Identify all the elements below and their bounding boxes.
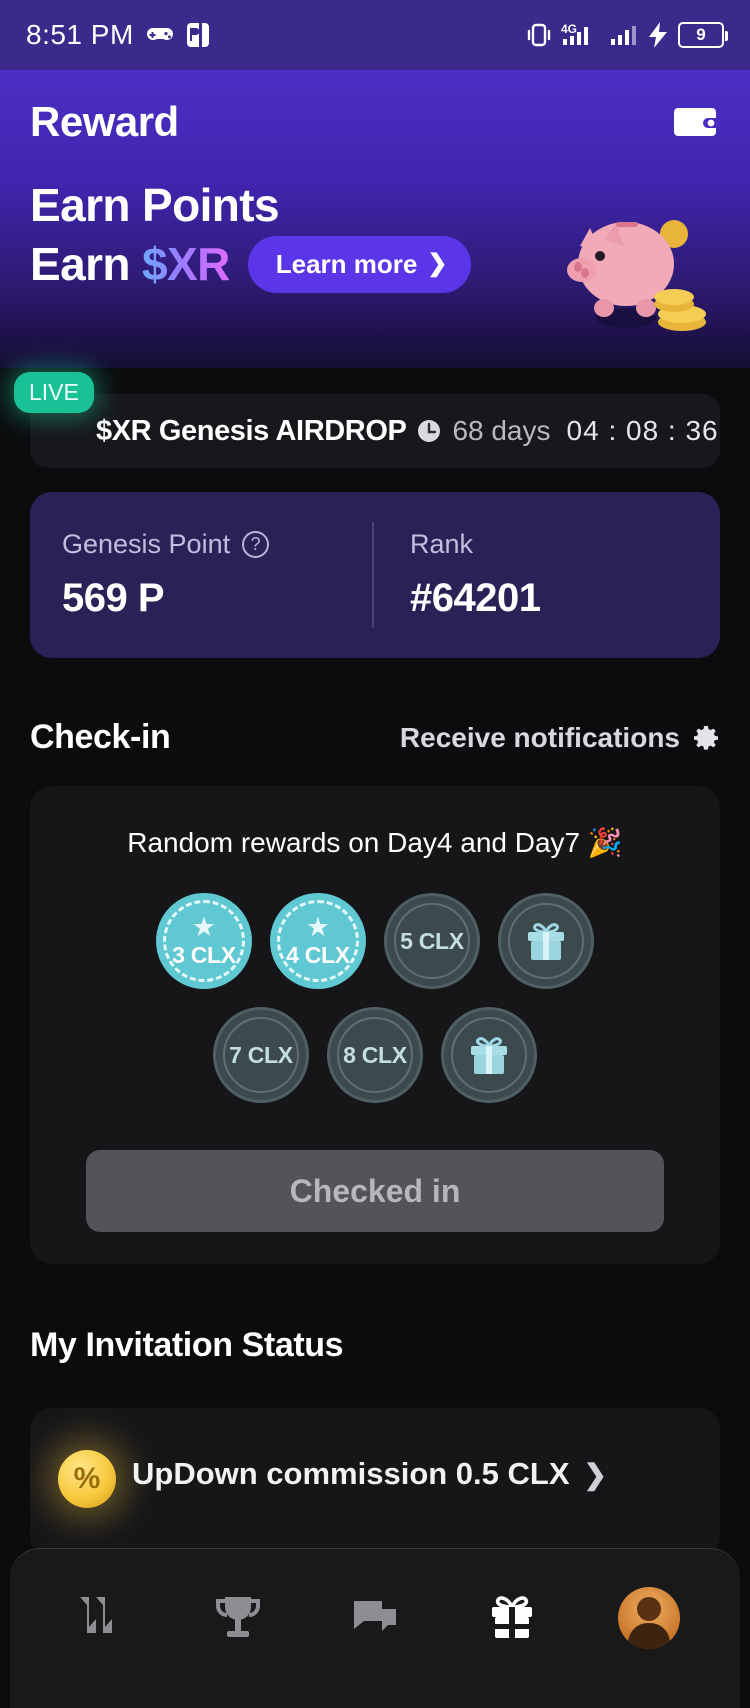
checkin-day-row: 7 CLX 8 CLX xyxy=(213,1007,537,1103)
reward-hero: Reward Earn Points Earn $XR Learn more ❯ xyxy=(0,70,750,368)
checked-in-button[interactable]: Checked in xyxy=(86,1150,664,1232)
checkin-day-label: 4 CLX xyxy=(286,941,350,968)
hero-top-bar: Reward xyxy=(0,70,750,146)
airdrop-banner[interactable]: $XR Genesis AIRDROP 68 days 04 : 08 : 36… xyxy=(0,372,750,468)
learn-more-button[interactable]: Learn more ❯ xyxy=(247,235,472,293)
avatar xyxy=(618,1586,681,1649)
gear-icon[interactable] xyxy=(692,724,720,752)
chevron-right-icon: ❯ xyxy=(583,1458,607,1490)
signal-icon xyxy=(610,21,638,49)
nav-item-trade[interactable] xyxy=(53,1570,149,1666)
star-icon: ★ xyxy=(305,911,331,942)
nav-item-profile[interactable] xyxy=(601,1570,697,1666)
invitation-status-card[interactable]: % UpDown commission 0.5 CLX ❯ xyxy=(30,1408,720,1558)
checkin-day-5[interactable]: 7 CLX xyxy=(213,1007,309,1103)
checkin-day-3[interactable]: 5 CLX xyxy=(384,893,480,989)
rank-label: Rank xyxy=(410,529,474,559)
rank-value: #64201 xyxy=(410,576,541,620)
gift-icon xyxy=(466,1033,512,1077)
trade-icon xyxy=(74,1591,128,1645)
vibrate-icon xyxy=(526,21,552,49)
checkin-day-label: 7 CLX xyxy=(229,1041,293,1068)
airdrop-card[interactable]: $XR Genesis AIRDROP 68 days 04 : 08 : 36 xyxy=(30,394,720,468)
star-icon: ★ xyxy=(191,911,217,942)
checkin-day-grid: ★ 3 CLX ★ 4 CLX 5 CLX 7 CLX 8 CLX xyxy=(60,893,690,1103)
chevron-right-icon: ❯ xyxy=(427,250,448,278)
hero-subheadline: Earn $XR xyxy=(30,237,230,291)
game-controller-icon xyxy=(146,23,174,47)
checkin-day-label: 3 CLX xyxy=(172,941,236,968)
checkin-day-6[interactable]: 8 CLX xyxy=(327,1007,423,1103)
checkin-day-7[interactable] xyxy=(441,1007,537,1103)
status-bar-left: 8:51 PM xyxy=(26,19,210,51)
app-screen: 8:51 PM 4G 9 Reward Earn Points Earn $XR… xyxy=(0,0,750,1708)
genesis-point-column: Genesis Point ? 569 P xyxy=(30,529,372,621)
genesis-point-label-row: Genesis Point ? xyxy=(62,529,340,560)
invitation-title: My Invitation Status xyxy=(30,1326,344,1364)
status-bar: 8:51 PM 4G 9 xyxy=(0,0,750,70)
hero-subheadline-prefix: Earn xyxy=(30,238,143,291)
genesis-point-label: Genesis Point xyxy=(62,529,231,559)
nav-item-trophy[interactable] xyxy=(190,1570,286,1666)
checkin-day-row: ★ 3 CLX ★ 4 CLX 5 CLX xyxy=(156,893,594,989)
airdrop-title: $XR Genesis AIRDROP xyxy=(96,414,407,447)
airdrop-timer: 04 : 08 : 36 xyxy=(566,415,719,446)
piggy-bank-icon xyxy=(554,198,714,348)
invitation-section-header: My Invitation Status xyxy=(30,1326,720,1365)
checkin-day-4[interactable] xyxy=(498,893,594,989)
bottom-navigation-bar xyxy=(10,1548,740,1708)
trophy-icon xyxy=(211,1591,265,1645)
receive-notifications-label: Receive notifications xyxy=(399,721,680,753)
rank-column: Rank #64201 xyxy=(374,529,720,621)
invitation-row-label: UpDown commission 0.5 CLX xyxy=(132,1456,570,1491)
charging-bolt-icon xyxy=(647,21,669,49)
status-bar-right: 4G 9 xyxy=(526,21,728,49)
clock-icon xyxy=(416,418,442,444)
checkin-subtitle: Random rewards on Day4 and Day7 🎉 xyxy=(127,827,623,858)
page-title: Reward xyxy=(30,98,179,145)
svg-text:4G: 4G xyxy=(561,22,577,36)
hero-token-label: $XR xyxy=(142,238,230,291)
checkin-card: Random rewards on Day4 and Day7 🎉 ★ 3 CL… xyxy=(30,786,720,1264)
app-icon xyxy=(186,22,210,48)
signal-4g-icon: 4G xyxy=(561,21,601,49)
wallet-icon[interactable] xyxy=(674,102,720,142)
nav-item-chat[interactable] xyxy=(327,1570,423,1666)
nav-item-gift[interactable] xyxy=(464,1570,560,1666)
checkin-day-label: 8 CLX xyxy=(343,1041,407,1068)
battery-indicator: 9 xyxy=(678,22,728,48)
chat-icon xyxy=(348,1591,402,1645)
gift-icon xyxy=(523,919,569,963)
question-mark-icon[interactable]: ? xyxy=(242,531,270,558)
genesis-point-card: Genesis Point ? 569 P Rank #64201 xyxy=(30,492,720,658)
learn-more-label: Learn more xyxy=(275,248,418,279)
status-bar-clock: 8:51 PM xyxy=(26,19,134,50)
invitation-row[interactable]: UpDown commission 0.5 CLX ❯ xyxy=(132,1450,607,1492)
gift-icon xyxy=(485,1591,539,1645)
status-badge-live: LIVE xyxy=(14,372,94,413)
checkin-section-header: Check-in Receive notifications xyxy=(30,718,720,757)
receive-notifications-button[interactable]: Receive notifications xyxy=(400,722,720,754)
checkin-day-label: 5 CLX xyxy=(400,927,464,954)
coin-icon: % xyxy=(58,1450,116,1508)
checkin-day-2[interactable]: ★ 4 CLX xyxy=(270,893,366,989)
airdrop-days: 68 days xyxy=(452,415,551,446)
checkin-day-1[interactable]: ★ 3 CLX xyxy=(156,893,252,989)
genesis-point-value: 569 P xyxy=(62,576,165,620)
checkin-title: Check-in xyxy=(30,718,171,756)
